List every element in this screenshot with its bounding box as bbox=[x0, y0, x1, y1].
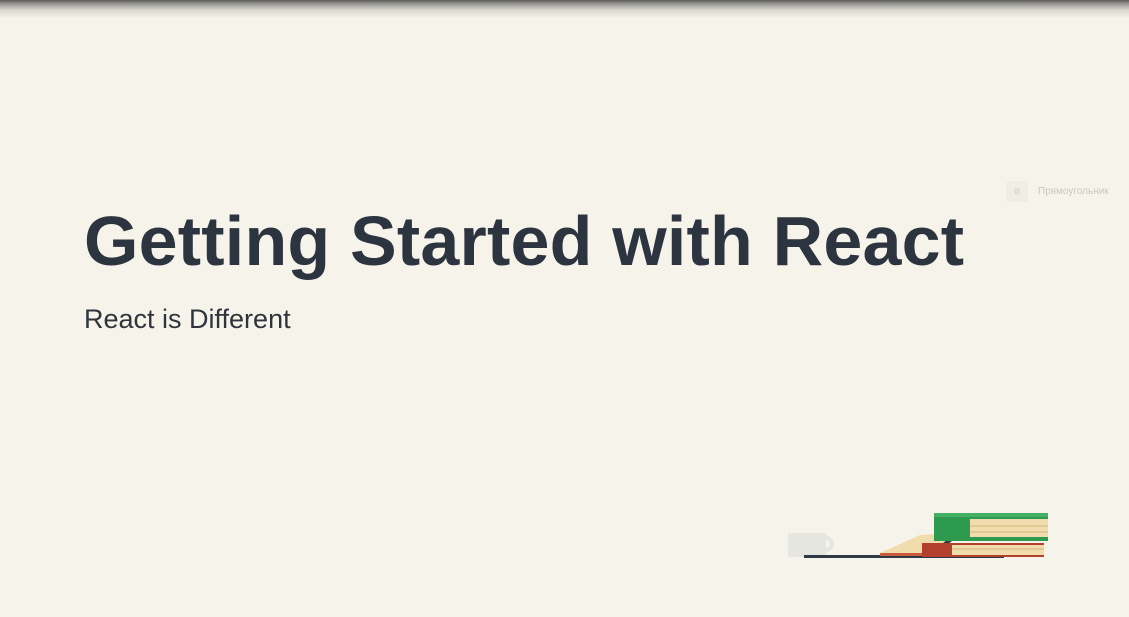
book-stack-icon bbox=[922, 513, 1048, 557]
cup-icon bbox=[788, 533, 834, 557]
top-shadow bbox=[0, 0, 1129, 18]
layer-label[interactable]: ⚙ Прямоугольник bbox=[1006, 181, 1129, 202]
layer-label-text: Прямоугольник bbox=[1038, 186, 1109, 197]
slide-title: Getting Started with React bbox=[84, 202, 965, 280]
books-and-cup-icon bbox=[788, 513, 1048, 558]
slide-subtitle: React is Different bbox=[84, 304, 291, 334]
slide: Getting Started with React React is Diff… bbox=[0, 0, 1129, 617]
gear-icon: ⚙ bbox=[1006, 181, 1028, 202]
